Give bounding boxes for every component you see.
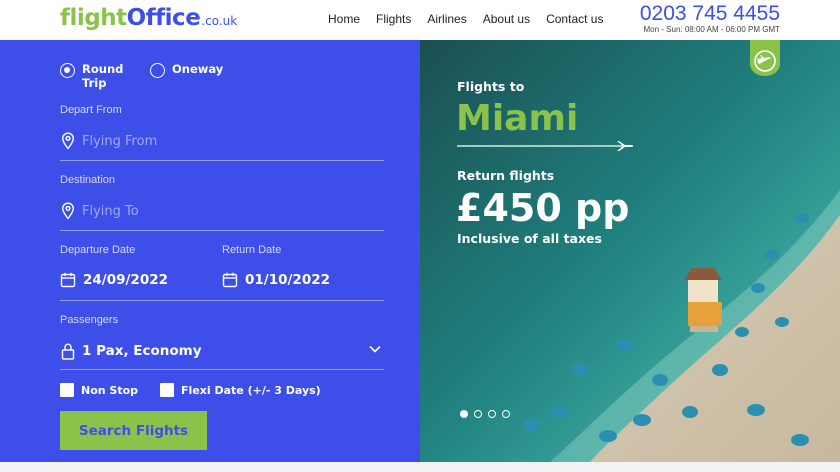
checkbox-box (160, 383, 175, 397)
offer-price: £450 pp (456, 186, 630, 230)
site-header: flight Office .co.uk Home Flights Airlin… (0, 0, 840, 40)
calendar-icon (222, 272, 238, 288)
non-stop-label: Non Stop (81, 383, 139, 397)
flight-search-form: Round Trip Oneway Depart From Flying Fro… (0, 40, 420, 462)
opening-hours: Mon - Sun: 08:00 AM - 06:00 PM GMT (643, 25, 781, 34)
departure-date-value: 24/09/2022 (83, 272, 169, 288)
search-flights-button[interactable]: Search Flights (60, 411, 207, 450)
oneway-label: Oneway (172, 62, 224, 76)
search-options: Non Stop Flexi Date (+/- 3 Days) (60, 383, 343, 397)
radio-indicator (150, 63, 165, 78)
lock-icon (61, 343, 75, 360)
taxes-note: Inclusive of all taxes (457, 231, 602, 246)
departure-date-field[interactable]: Departure Date 24/09/2022 (60, 244, 222, 301)
round-trip-radio[interactable]: Round Trip (60, 62, 126, 90)
departure-date-label: Departure Date (60, 244, 136, 256)
return-flights-label: Return flights (457, 168, 555, 183)
depart-from-label: Depart From (60, 104, 122, 116)
slide-dot-4[interactable] (502, 410, 510, 418)
non-stop-checkbox[interactable]: Non Stop (60, 383, 138, 397)
passengers-field[interactable]: Passengers 1 Pax, Economy (60, 314, 384, 370)
flexi-date-label: Flexi Date (+/- 3 Days) (181, 383, 321, 397)
oneway-radio[interactable]: Oneway (150, 62, 223, 90)
site-logo[interactable]: flight Office .co.uk (60, 5, 237, 35)
passengers-label: Passengers (60, 314, 119, 326)
location-pin-icon (61, 202, 75, 220)
return-date-field[interactable]: Return Date 01/10/2022 (222, 244, 384, 301)
radio-selected-indicator (60, 63, 75, 78)
airplane-arrow-icon (457, 141, 633, 151)
nav-about-us[interactable]: About us (483, 12, 530, 26)
return-date-value: 01/10/2022 (245, 272, 331, 288)
logo-text-domain: .co.uk (201, 14, 238, 28)
depart-from-field[interactable]: Depart From Flying From (60, 104, 384, 161)
slide-dot-2[interactable] (474, 410, 482, 418)
logo-text-office: Office (126, 5, 201, 31)
checkbox-box (60, 383, 74, 397)
nav-contact-us[interactable]: Contact us (546, 12, 603, 26)
destination-field[interactable]: Destination Flying To (60, 174, 384, 231)
nav-home[interactable]: Home (328, 12, 360, 26)
return-date-label: Return Date (222, 244, 282, 256)
airplane-badge-icon (750, 40, 780, 76)
flying-to-input[interactable]: Flying To (82, 204, 139, 219)
flying-from-input[interactable]: Flying From (82, 134, 157, 149)
trip-type-group: Round Trip Oneway (60, 62, 247, 90)
nav-airlines[interactable]: Airlines (427, 12, 466, 26)
flexi-date-checkbox[interactable]: Flexi Date (+/- 3 Days) (160, 383, 321, 397)
nav-flights[interactable]: Flights (376, 12, 411, 26)
main-nav: Home Flights Airlines About us Contact u… (328, 12, 619, 26)
page-bottom-strip (0, 462, 840, 472)
hero-banner: Flights to Miami Return flights £450 pp … (420, 40, 840, 462)
phone-number[interactable]: 0203 745 4455 (640, 3, 780, 25)
slide-dot-3[interactable] (488, 410, 496, 418)
flights-to-label: Flights to (457, 79, 525, 94)
destination-city: Miami (456, 98, 579, 139)
chevron-down-icon[interactable] (368, 342, 382, 356)
passengers-value: 1 Pax, Economy (82, 343, 202, 359)
location-pin-icon (61, 132, 75, 150)
slide-dot-1[interactable] (460, 410, 468, 418)
phone-block: 0203 745 4455 Mon - Sun: 08:00 AM - 06:0… (640, 3, 780, 35)
logo-text-flight: flight (60, 5, 127, 31)
round-trip-label: Round Trip (82, 62, 124, 90)
calendar-icon (60, 272, 76, 288)
destination-label: Destination (60, 174, 116, 186)
slider-pagination (460, 410, 516, 418)
